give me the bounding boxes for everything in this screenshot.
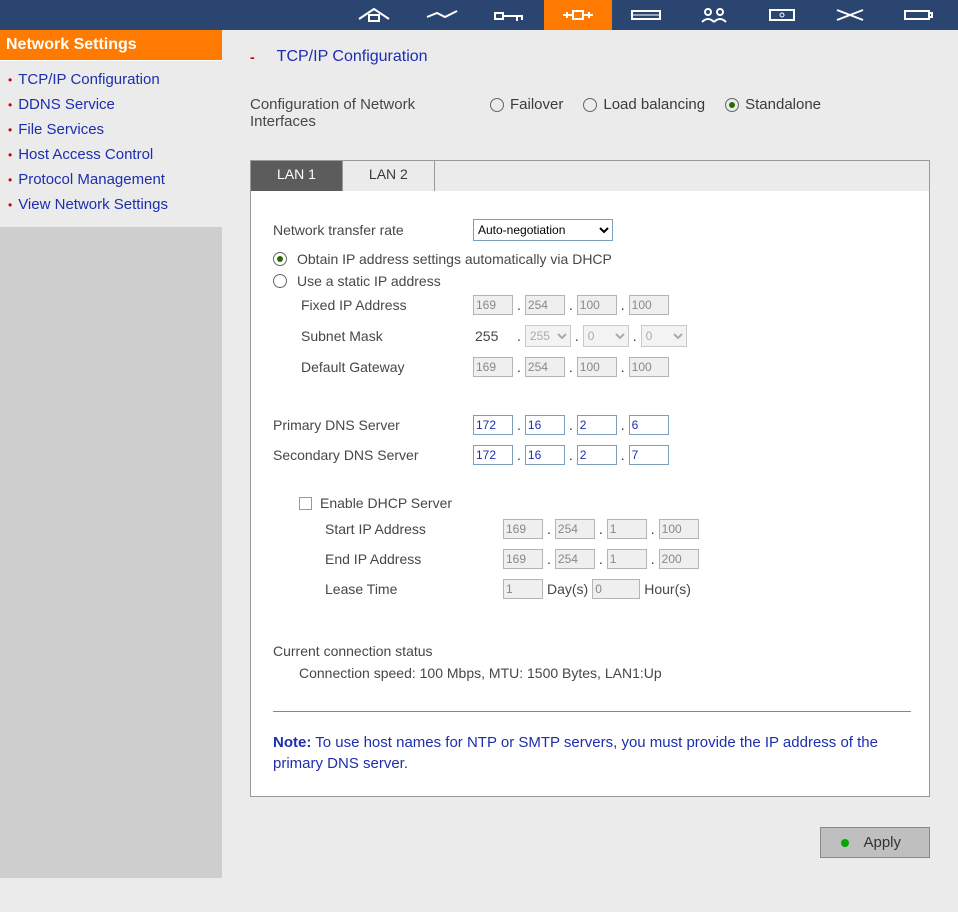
tab-lan1[interactable]: LAN 1	[251, 161, 343, 191]
sidebar-header: Network Settings	[0, 30, 222, 61]
fixed-ip-3[interactable]	[577, 295, 617, 315]
dns1-2[interactable]	[525, 415, 565, 435]
fixed-ip-1[interactable]	[473, 295, 513, 315]
fixed-ip-2[interactable]	[525, 295, 565, 315]
subnet-fixed: 255	[473, 328, 513, 344]
transfer-rate-select[interactable]: Auto-negotiation	[473, 219, 613, 241]
lease-hours[interactable]	[592, 579, 640, 599]
fixed-ip-4[interactable]	[629, 295, 669, 315]
tab-lan2[interactable]: LAN 2	[343, 161, 435, 191]
gateway-1[interactable]	[473, 357, 513, 377]
radio-icon	[490, 98, 504, 112]
dns1-3[interactable]	[577, 415, 617, 435]
gateway-4[interactable]	[629, 357, 669, 377]
page-title: TCP/IP Configuration	[277, 48, 428, 66]
dns2-label: Secondary DNS Server	[273, 447, 473, 463]
sidebar-item-host-access[interactable]: • Host Access Control	[0, 142, 222, 167]
camera-icon[interactable]	[748, 0, 816, 30]
bullet-icon: •	[8, 99, 12, 111]
gateway-label: Default Gateway	[273, 359, 473, 375]
dhcp-end-3[interactable]	[607, 549, 647, 569]
dhcp-start-1[interactable]	[503, 519, 543, 539]
cross-icon[interactable]	[816, 0, 884, 30]
apply-button[interactable]: Apply	[820, 827, 930, 858]
status-dot-icon	[841, 839, 849, 847]
status-text: Connection speed: 100 Mbps, MTU: 1500 By…	[273, 665, 911, 681]
sidebar-item-view-network[interactable]: • View Network Settings	[0, 192, 222, 217]
radio-icon	[583, 98, 597, 112]
dhcp-end-label: End IP Address	[273, 551, 503, 567]
subnet-3[interactable]: 0	[583, 325, 629, 347]
checkbox-box-icon	[299, 497, 312, 510]
checkbox-enable-dhcp[interactable]: Enable DHCP Server	[273, 495, 911, 511]
battery-icon[interactable]	[884, 0, 952, 30]
bullet-icon: •	[8, 149, 12, 161]
fixed-ip-label: Fixed IP Address	[273, 297, 473, 313]
top-toolbar	[0, 0, 958, 30]
separator	[273, 711, 911, 712]
radio-dhcp[interactable]: Obtain IP address settings automatically…	[273, 251, 911, 267]
radio-load-balancing[interactable]: Load balancing	[583, 96, 705, 113]
bullet-icon: •	[8, 199, 12, 211]
dns2-2[interactable]	[525, 445, 565, 465]
sidebar: Network Settings • TCP/IP Configuration …	[0, 30, 222, 878]
network-icon[interactable]	[544, 0, 612, 30]
dhcp-start-label: Start IP Address	[273, 521, 503, 537]
lease-days[interactable]	[503, 579, 543, 599]
config-mode-label: Configuration of Network Interfaces	[250, 96, 450, 130]
sidebar-item-file-services[interactable]: • File Services	[0, 117, 222, 142]
dhcp-end-4[interactable]	[659, 549, 699, 569]
tab-strip: LAN 1 LAN 2	[251, 161, 929, 191]
sidebar-item-ddns[interactable]: • DDNS Service	[0, 92, 222, 117]
radio-failover[interactable]: Failover	[490, 96, 563, 113]
radio-icon	[273, 274, 287, 288]
subnet-label: Subnet Mask	[273, 328, 473, 344]
home-icon[interactable]	[340, 0, 408, 30]
dhcp-end-1[interactable]	[503, 549, 543, 569]
dns1-1[interactable]	[473, 415, 513, 435]
bullet-icon: •	[8, 124, 12, 136]
radio-selected-icon	[273, 252, 287, 266]
dns1-4[interactable]	[629, 415, 669, 435]
radio-static-ip[interactable]: Use a static IP address	[273, 273, 911, 289]
bullet-icon: •	[8, 174, 12, 186]
dns2-1[interactable]	[473, 445, 513, 465]
transfer-rate-label: Network transfer rate	[273, 222, 473, 238]
gateway-3[interactable]	[577, 357, 617, 377]
status-title: Current connection status	[273, 643, 911, 659]
lease-label: Lease Time	[273, 581, 503, 597]
dhcp-start-2[interactable]	[555, 519, 595, 539]
subnet-4[interactable]: 0	[641, 325, 687, 347]
note-text: Note: To use host names for NTP or SMTP …	[273, 732, 911, 774]
sidebar-item-tcpip[interactable]: • TCP/IP Configuration	[0, 67, 222, 92]
key-icon[interactable]	[476, 0, 544, 30]
main-content: - TCP/IP Configuration Configuration of …	[222, 30, 958, 878]
dhcp-start-3[interactable]	[607, 519, 647, 539]
radio-standalone[interactable]: Standalone	[725, 96, 821, 113]
dhcp-end-2[interactable]	[555, 549, 595, 569]
disk-icon[interactable]	[612, 0, 680, 30]
subnet-2[interactable]: 255	[525, 325, 571, 347]
dns1-label: Primary DNS Server	[273, 417, 473, 433]
bullet-icon: •	[8, 74, 12, 86]
dhcp-start-4[interactable]	[659, 519, 699, 539]
users-icon[interactable]	[680, 0, 748, 30]
lightning-icon[interactable]	[408, 0, 476, 30]
dns2-4[interactable]	[629, 445, 669, 465]
dns2-3[interactable]	[577, 445, 617, 465]
gateway-2[interactable]	[525, 357, 565, 377]
collapse-icon[interactable]: -	[250, 49, 255, 65]
sidebar-item-protocol-mgmt[interactable]: • Protocol Management	[0, 167, 222, 192]
radio-selected-icon	[725, 98, 739, 112]
